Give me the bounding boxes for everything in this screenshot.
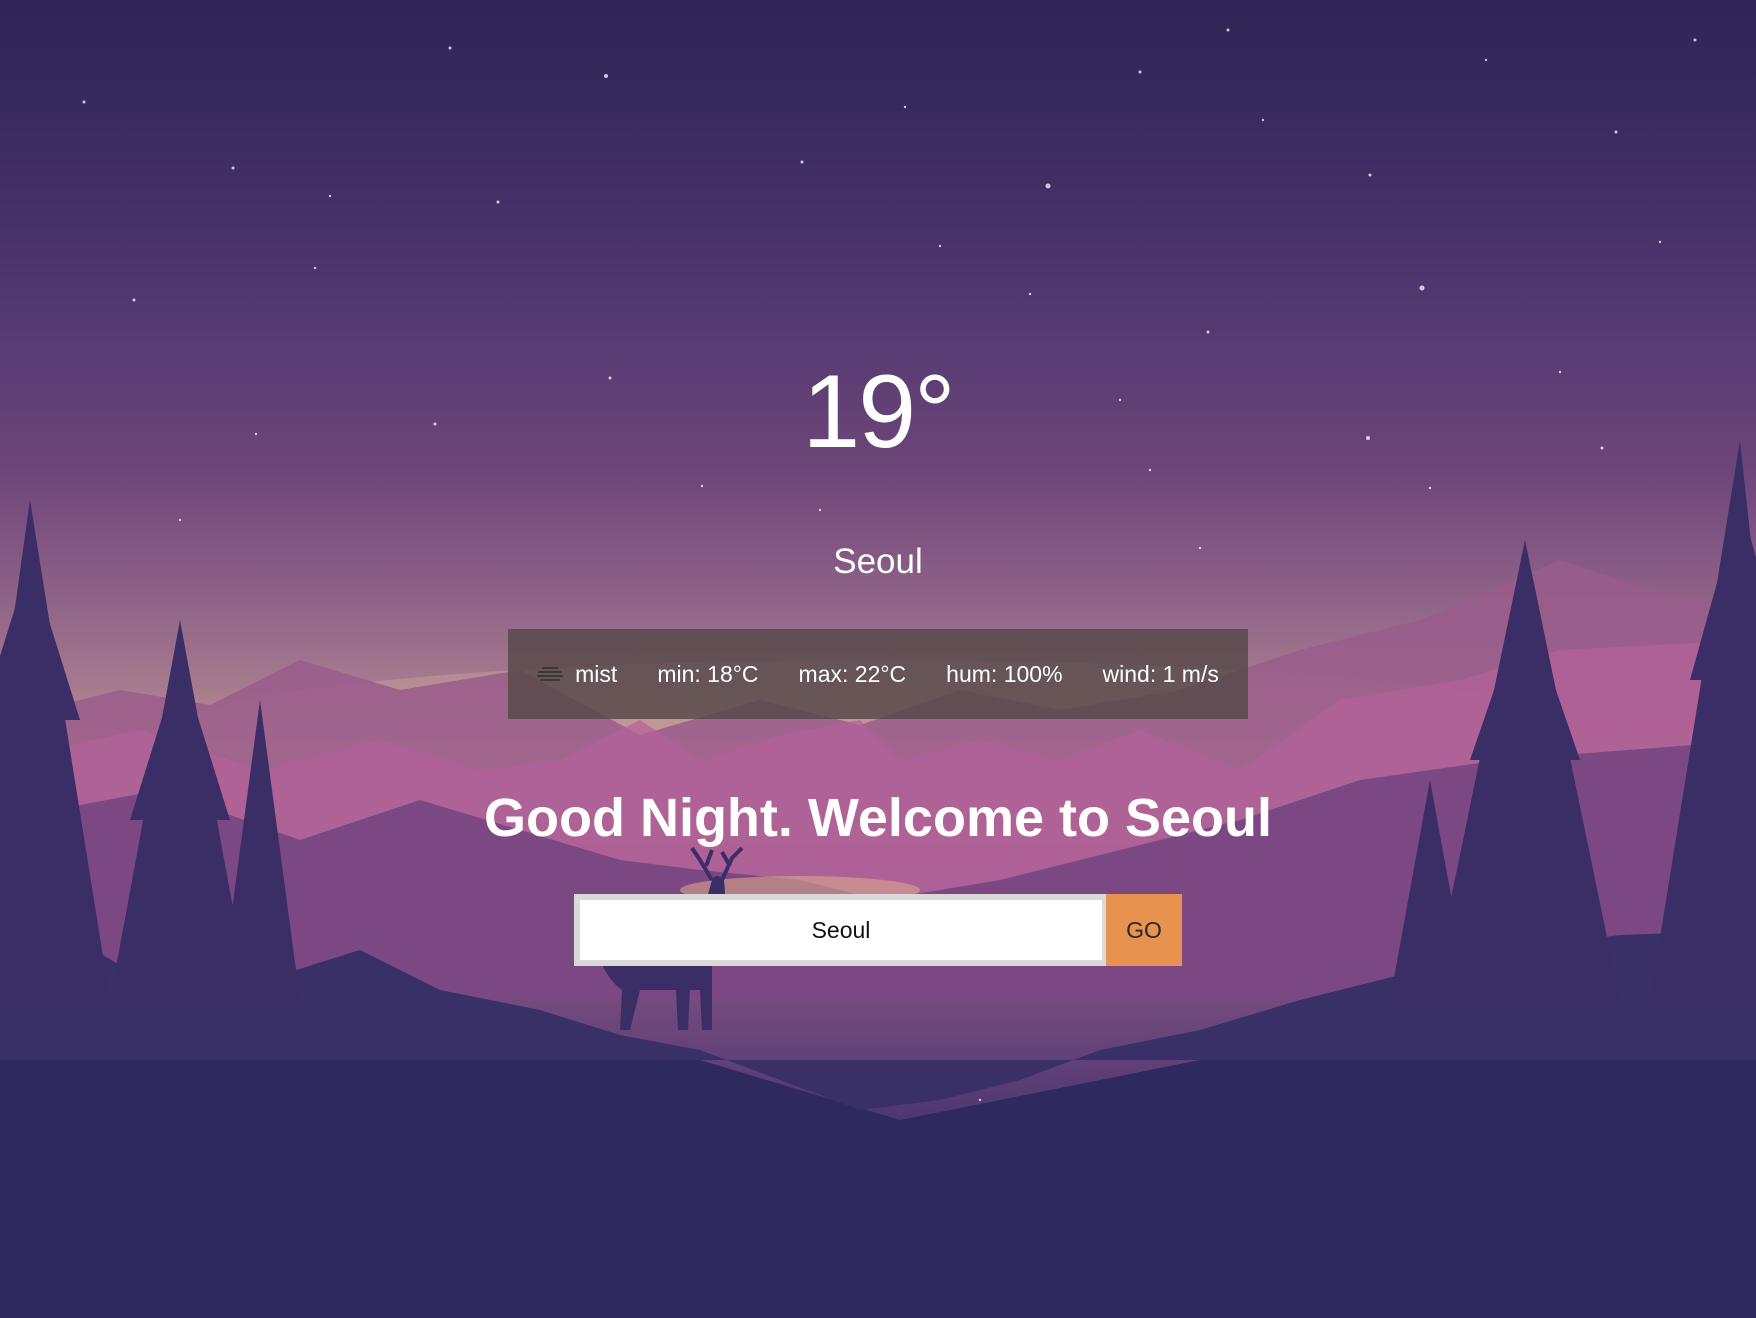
greeting-heading: Good Night. Welcome to Seoul <box>483 788 1272 848</box>
condition-item: mist <box>537 661 617 688</box>
mist-icon <box>537 667 564 681</box>
city-search-input[interactable] <box>574 894 1106 966</box>
city-name: Seoul <box>833 542 923 581</box>
go-button[interactable]: GO <box>1106 894 1182 966</box>
temperature-display: 19° <box>802 354 955 470</box>
app-window: 19° Seoul mist min: 18°C max: 22°C hum: … <box>0 0 1756 1318</box>
weather-details-panel: mist min: 18°C max: 22°C hum: 100% wind:… <box>508 629 1248 719</box>
weather-content: 19° Seoul mist min: 18°C max: 22°C hum: … <box>0 0 1756 1318</box>
wind-speed: wind: 1 m/s <box>1102 660 1219 687</box>
min-temp: min: 18°C <box>657 660 759 687</box>
max-temp: max: 22°C <box>798 660 907 687</box>
condition-label: mist <box>575 660 618 687</box>
humidity: hum: 100% <box>946 660 1063 687</box>
city-search-form: GO <box>574 894 1182 966</box>
